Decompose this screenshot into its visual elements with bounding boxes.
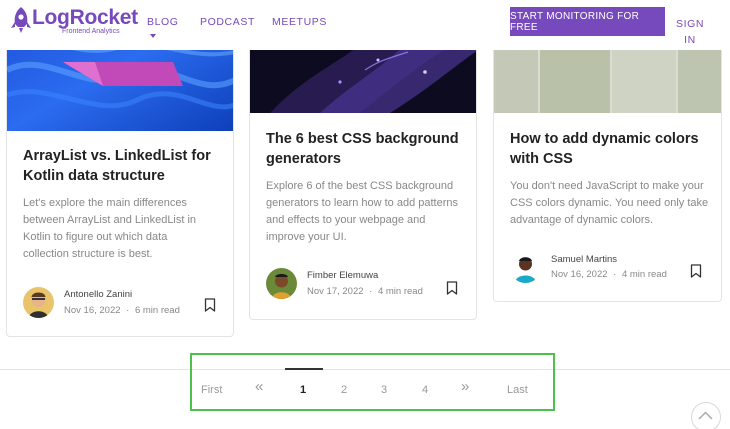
avatar-image (510, 252, 541, 283)
avatar[interactable] (23, 287, 54, 318)
article-title[interactable]: ArrayList vs. LinkedList for Kotlin data… (23, 146, 211, 186)
title-line: ArrayList vs. LinkedList for (23, 148, 211, 164)
post-meta: Nov 16, 2022 · 6 min read (64, 305, 180, 316)
meta-separator: · (613, 269, 617, 280)
title-line: Kotlin data structure (23, 168, 165, 184)
nav-blog[interactable]: BLOG (147, 16, 179, 28)
logo-wordmark: LogRocket (32, 6, 138, 29)
read-time: 4 min read (621, 269, 667, 280)
title-line: with CSS (510, 151, 573, 167)
logrocket-logo[interactable]: LogRocket Frontend Analytics (10, 6, 138, 36)
site-header: LogRocket Frontend Analytics BLOG PODCAS… (0, 0, 730, 50)
avatar-image (23, 287, 54, 318)
excerpt-line: between ArrayList and LinkedList in (23, 214, 197, 226)
start-monitoring-button[interactable]: START MONITORING FOR FREE (510, 7, 665, 36)
excerpt-line: generators to learn how to add patterns (266, 197, 459, 209)
highlight-box (190, 353, 555, 411)
excerpt-line: You don't need JavaScript to make your (510, 180, 704, 192)
post-date: Nov 16, 2022 (551, 269, 608, 280)
nav-meetups[interactable]: MEETUPS (272, 16, 327, 28)
article-excerpt: Explore 6 of the best CSS background gen… (266, 178, 458, 246)
chevron-up-icon (698, 411, 713, 420)
scroll-to-top-button[interactable] (691, 402, 721, 429)
logo-subtitle: Frontend Analytics (62, 28, 120, 35)
post-date: Nov 16, 2022 (64, 305, 121, 316)
meta-separator: · (126, 305, 130, 316)
title-line: The 6 best CSS background (266, 131, 459, 147)
meta-separator: · (369, 286, 373, 297)
sign-in-line2: IN (684, 34, 696, 46)
article-title[interactable]: The 6 best CSS background generators (266, 129, 459, 169)
avatar[interactable] (266, 268, 297, 299)
bookmark-icon[interactable] (204, 298, 216, 312)
author-name[interactable]: Samuel Martins (551, 254, 617, 265)
title-line: How to add dynamic colors (510, 131, 699, 147)
bookmark-icon[interactable] (446, 281, 458, 295)
author-name[interactable]: Antonello Zanini (64, 289, 132, 300)
excerpt-line: Explore 6 of the best CSS background (266, 180, 454, 192)
excerpt-line: CSS colors dynamic. You need only take (510, 197, 709, 209)
title-line: generators (266, 151, 341, 167)
read-time: 4 min read (377, 286, 423, 297)
excerpt-line: Let's explore the main differences (23, 197, 187, 209)
rocket-icon (11, 7, 31, 33)
article-title[interactable]: How to add dynamic colors with CSS (510, 129, 699, 169)
excerpt-line: collection structure is best. (23, 248, 153, 260)
sign-in-link[interactable]: SIGN IN (676, 16, 704, 48)
excerpt-line: Kotlin to figure out which data (23, 231, 168, 243)
article-excerpt: You don't need JavaScript to make your C… (510, 178, 708, 229)
read-time: 6 min read (134, 305, 180, 316)
bookmark-icon[interactable] (690, 264, 702, 278)
author-name[interactable]: Fimber Elemuwa (307, 270, 378, 281)
nav-podcast[interactable]: PODCAST (200, 16, 255, 28)
excerpt-line: improve your UI. (266, 231, 347, 243)
avatar-image (266, 268, 297, 299)
excerpt-line: advantage of dynamic colors. (510, 214, 654, 226)
chevron-down-icon[interactable] (150, 34, 156, 38)
post-date: Nov 17, 2022 (307, 286, 364, 297)
excerpt-line: and effects to your webpage and (266, 214, 426, 226)
article-excerpt: Let's explore the main differences betwe… (23, 195, 196, 263)
post-meta: Nov 16, 2022 · 4 min read (551, 269, 667, 280)
article-card[interactable]: ArrayList vs. LinkedList for Kotlin data… (6, 0, 234, 337)
sign-in-line1: SIGN (676, 18, 705, 30)
avatar[interactable] (510, 252, 541, 283)
post-meta: Nov 17, 2022 · 4 min read (307, 286, 423, 297)
